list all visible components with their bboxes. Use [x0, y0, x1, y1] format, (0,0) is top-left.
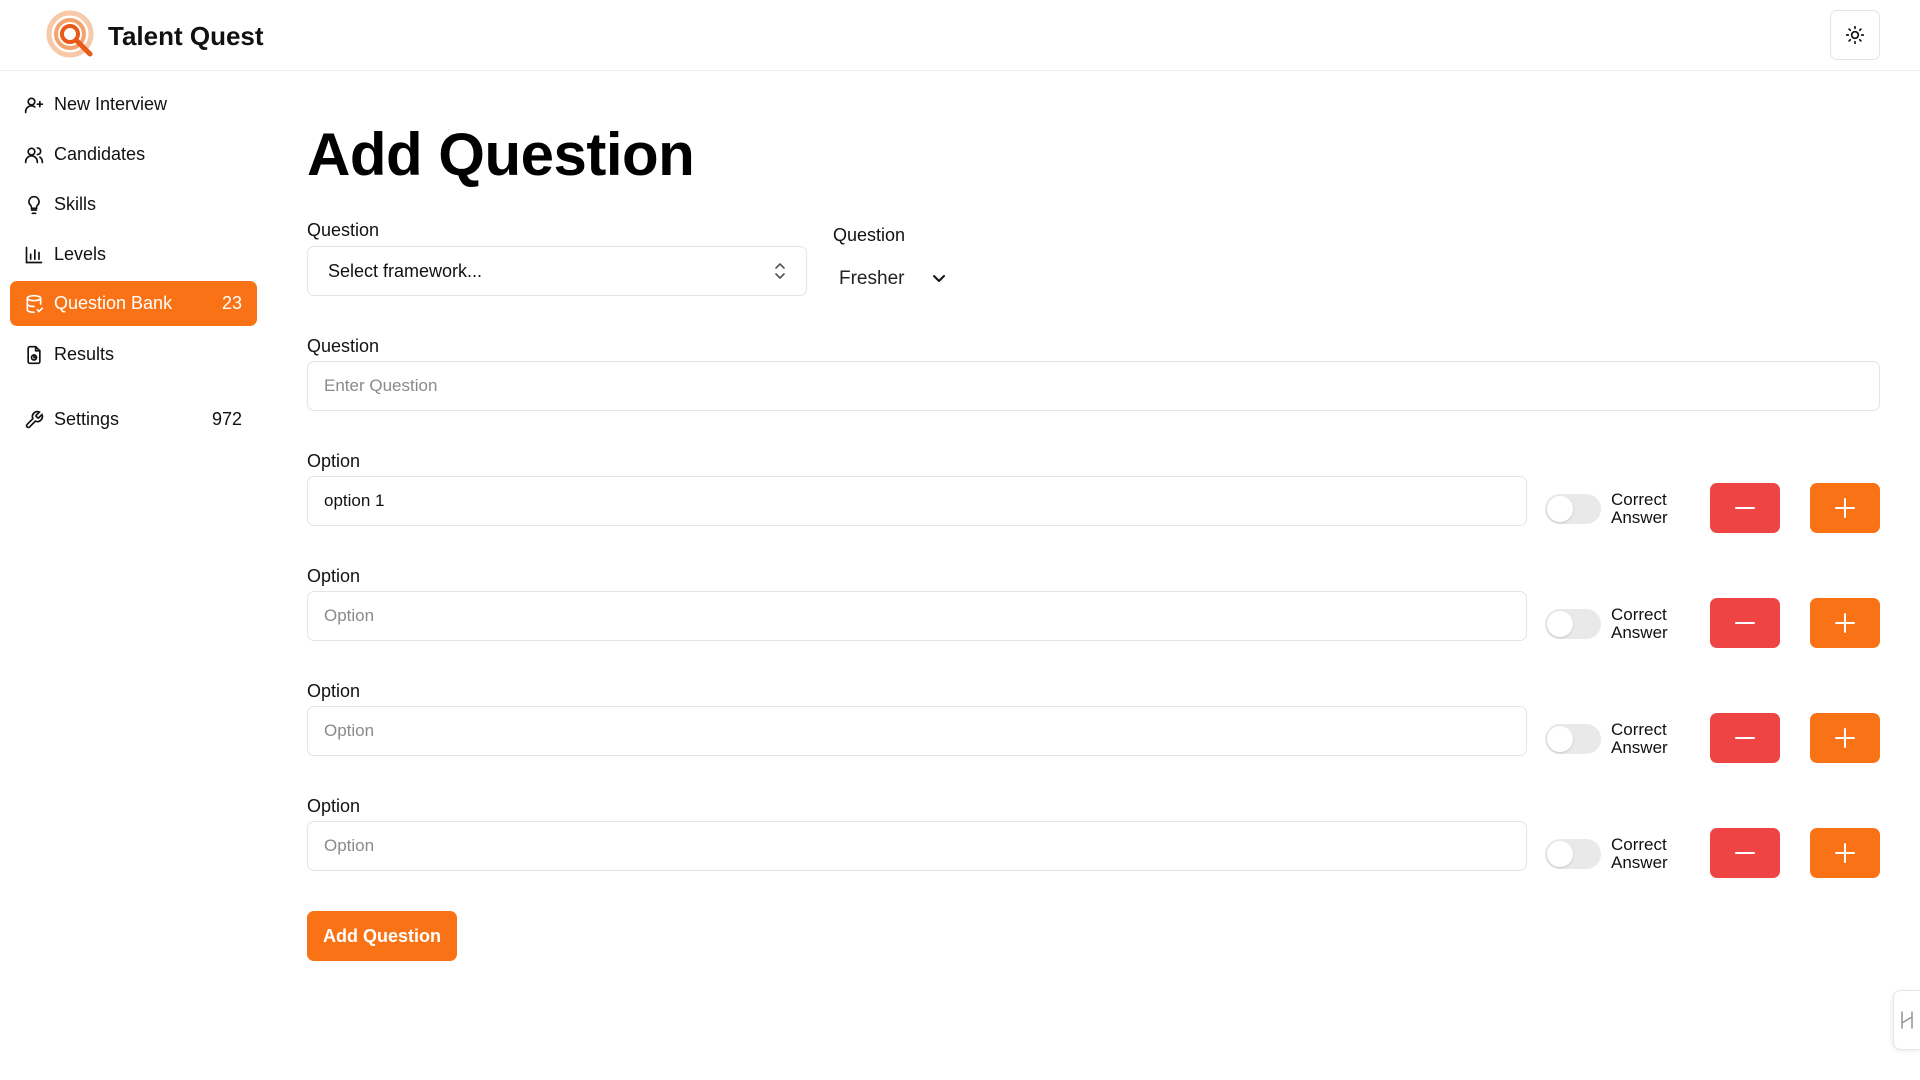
- level-select[interactable]: Fresher: [833, 262, 946, 296]
- sidebar-item-label: Skills: [54, 194, 97, 214]
- minus-icon: [1735, 622, 1755, 624]
- correct-answer-toggle[interactable]: [1545, 609, 1601, 639]
- framework-label: Question: [307, 220, 380, 240]
- option-label: Option: [307, 681, 361, 701]
- split-icon: [1901, 1011, 1913, 1029]
- sidebar-item-question-bank[interactable]: Question Bank 23: [10, 281, 257, 326]
- minus-icon: [1735, 852, 1755, 854]
- sidebar-item-skills[interactable]: Skills: [10, 182, 257, 227]
- sidebar-item-label: Question Bank: [54, 293, 173, 313]
- remove-option-button[interactable]: [1710, 598, 1780, 648]
- minus-icon: [1735, 507, 1755, 509]
- option-input[interactable]: [307, 476, 1527, 526]
- toggle-knob: [1547, 841, 1573, 867]
- bar-chart-icon: [25, 246, 43, 263]
- sidebar-item-label: Results: [54, 344, 115, 364]
- add-option-button[interactable]: [1810, 828, 1880, 878]
- remove-option-button[interactable]: [1710, 713, 1780, 763]
- sidebar-item-label: Levels: [54, 244, 107, 264]
- toggle-knob: [1547, 496, 1573, 522]
- option-label: Option: [307, 451, 361, 471]
- lightbulb-icon: [28, 195, 40, 214]
- option-label: Option: [307, 796, 361, 816]
- plus-icon: [1835, 613, 1855, 633]
- sidebar-item-levels[interactable]: Levels: [10, 232, 257, 277]
- correct-answer-toggle[interactable]: [1545, 839, 1601, 869]
- question-label: Question: [307, 336, 380, 356]
- add-option-button[interactable]: [1810, 713, 1880, 763]
- option-input[interactable]: [307, 821, 1527, 871]
- top-bar: Talent Quest: [0, 0, 1920, 71]
- plus-icon: [1835, 498, 1855, 518]
- database-icon: [26, 294, 44, 313]
- minus-icon: [1735, 737, 1755, 739]
- add-option-button[interactable]: [1810, 483, 1880, 533]
- framework-select-placeholder: Select framework...: [328, 260, 483, 281]
- correct-answer-label: Correct Answer: [1611, 605, 1668, 642]
- users-icon: [24, 146, 44, 163]
- theme-toggle-button[interactable]: [1830, 10, 1880, 60]
- add-question-button[interactable]: Add Question: [307, 911, 457, 961]
- level-label: Question: [833, 225, 906, 245]
- plus-icon: [1835, 843, 1855, 863]
- sidebar-item-label: Candidates: [54, 144, 146, 164]
- app-name: Talent Quest: [108, 20, 264, 51]
- sidebar-item-new-interview[interactable]: New Interview: [10, 82, 257, 127]
- remove-option-button[interactable]: [1710, 483, 1780, 533]
- correct-answer-label: Correct Answer: [1611, 720, 1668, 757]
- add-option-button[interactable]: [1810, 598, 1880, 648]
- framework-select[interactable]: Select framework...: [307, 246, 807, 296]
- sidebar-item-settings[interactable]: Settings 972: [10, 397, 257, 442]
- remove-option-button[interactable]: [1710, 828, 1780, 878]
- toggle-knob: [1547, 611, 1573, 637]
- sun-icon: [1845, 25, 1865, 45]
- question-input[interactable]: [307, 361, 1880, 411]
- sidebar-item-count: 23: [221, 293, 242, 313]
- chevrons-up-down-icon: [775, 263, 785, 279]
- brand[interactable]: Talent Quest: [46, 10, 264, 62]
- option-label: Option: [307, 566, 361, 586]
- page-title: Add Question: [307, 121, 695, 188]
- logo-icon: [46, 10, 94, 58]
- file-chart-icon: [27, 345, 41, 364]
- option-input[interactable]: [307, 591, 1527, 641]
- plus-icon: [1835, 728, 1855, 748]
- wrench-icon: [25, 410, 44, 428]
- toggle-knob: [1547, 726, 1573, 752]
- correct-answer-label: Correct Answer: [1611, 835, 1668, 872]
- correct-answer-toggle[interactable]: [1545, 724, 1601, 754]
- user-plus-icon: [24, 97, 44, 113]
- sidebar-item-results[interactable]: Results: [10, 332, 257, 377]
- sidebar-item-label: New Interview: [54, 94, 168, 114]
- chevron-down-icon: [933, 275, 946, 282]
- option-input[interactable]: [307, 706, 1527, 756]
- sidebar-item-candidates[interactable]: Candidates: [10, 132, 257, 177]
- side-panel-handle[interactable]: [1893, 990, 1920, 1050]
- sidebar-item-label: Settings: [54, 409, 120, 429]
- correct-answer-toggle[interactable]: [1545, 494, 1601, 524]
- level-select-value: Fresher: [839, 268, 905, 289]
- correct-answer-label: Correct Answer: [1611, 490, 1668, 527]
- sidebar-item-count: 972: [211, 409, 242, 429]
